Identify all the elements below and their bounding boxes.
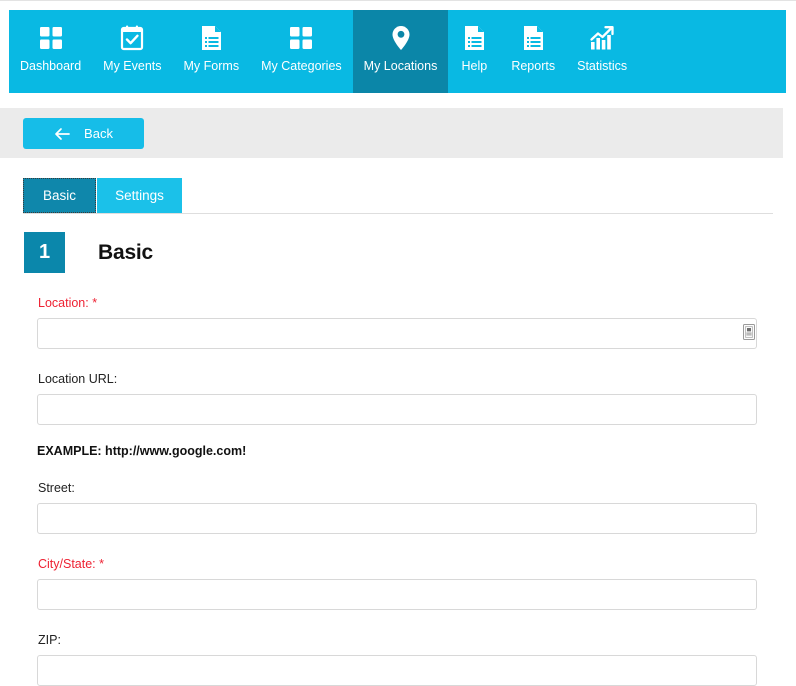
nav-item-dashboard[interactable]: Dashboard <box>9 10 92 93</box>
nav-label: My Locations <box>363 59 438 73</box>
map-pin-icon <box>386 23 416 53</box>
nav-label: Reports <box>511 59 556 73</box>
back-button-label: Back <box>84 126 113 141</box>
document-list-icon <box>518 23 548 53</box>
field-label-city-state: City/State: * <box>38 557 104 571</box>
basic-form: Location: * Location URL: EXAMPLE: http:… <box>0 296 796 686</box>
zip-input[interactable] <box>37 655 757 686</box>
field-city-state: City/State: * <box>0 557 796 610</box>
nav-item-help[interactable]: Help <box>448 10 500 93</box>
field-location: Location: * <box>0 296 796 349</box>
tab-basic[interactable]: Basic <box>23 178 96 213</box>
section-header: 1 Basic <box>24 232 153 273</box>
tab-label: Settings <box>115 188 164 203</box>
field-label-street: Street: <box>38 481 75 495</box>
document-list-icon <box>196 23 226 53</box>
grid-squares-icon <box>36 23 66 53</box>
nav-label: Statistics <box>577 59 628 73</box>
field-zip: ZIP: <box>0 633 796 686</box>
arrow-left-icon <box>54 127 70 141</box>
tab-underline <box>23 213 773 214</box>
step-number-badge: 1 <box>24 232 65 273</box>
main-nav: Dashboard My Events My Forms My Categori… <box>9 10 786 93</box>
nav-item-reports[interactable]: Reports <box>500 10 566 93</box>
nav-item-my-categories[interactable]: My Categories <box>250 10 353 93</box>
location-url-input[interactable] <box>37 394 757 425</box>
nav-label: My Events <box>103 59 162 73</box>
nav-label: Dashboard <box>20 59 82 73</box>
document-list-icon <box>459 23 489 53</box>
tab-settings[interactable]: Settings <box>97 178 182 213</box>
page-title: Basic <box>98 240 154 264</box>
grid-squares-icon <box>286 23 316 53</box>
calendar-check-icon <box>117 23 147 53</box>
example-url-note: EXAMPLE: http://www.google.com! <box>37 444 247 458</box>
field-label-location: Location: * <box>38 296 98 310</box>
top-navigation-bar: Dashboard My Events My Forms My Categori… <box>0 0 796 93</box>
nav-item-my-events[interactable]: My Events <box>92 10 172 93</box>
tab-label: Basic <box>42 188 76 203</box>
field-label-zip: ZIP: <box>38 633 61 647</box>
nav-item-my-forms[interactable]: My Forms <box>173 10 251 93</box>
nav-item-my-locations[interactable]: My Locations <box>352 10 449 93</box>
field-location-url: Location URL: <box>0 372 796 425</box>
city-state-input[interactable] <box>37 579 757 610</box>
location-input[interactable] <box>37 318 757 349</box>
nav-label: My Forms <box>183 59 240 73</box>
nav-label: Help <box>461 59 488 73</box>
field-street: Street: <box>0 481 796 534</box>
nav-label: My Categories <box>261 59 342 73</box>
tab-bar: Basic Settings <box>23 178 773 214</box>
bar-chart-arrow-icon <box>587 23 617 53</box>
field-label-location-url: Location URL: <box>38 372 118 386</box>
nav-item-statistics[interactable]: Statistics <box>566 10 638 93</box>
street-input[interactable] <box>37 503 757 534</box>
back-button[interactable]: Back <box>23 118 144 149</box>
